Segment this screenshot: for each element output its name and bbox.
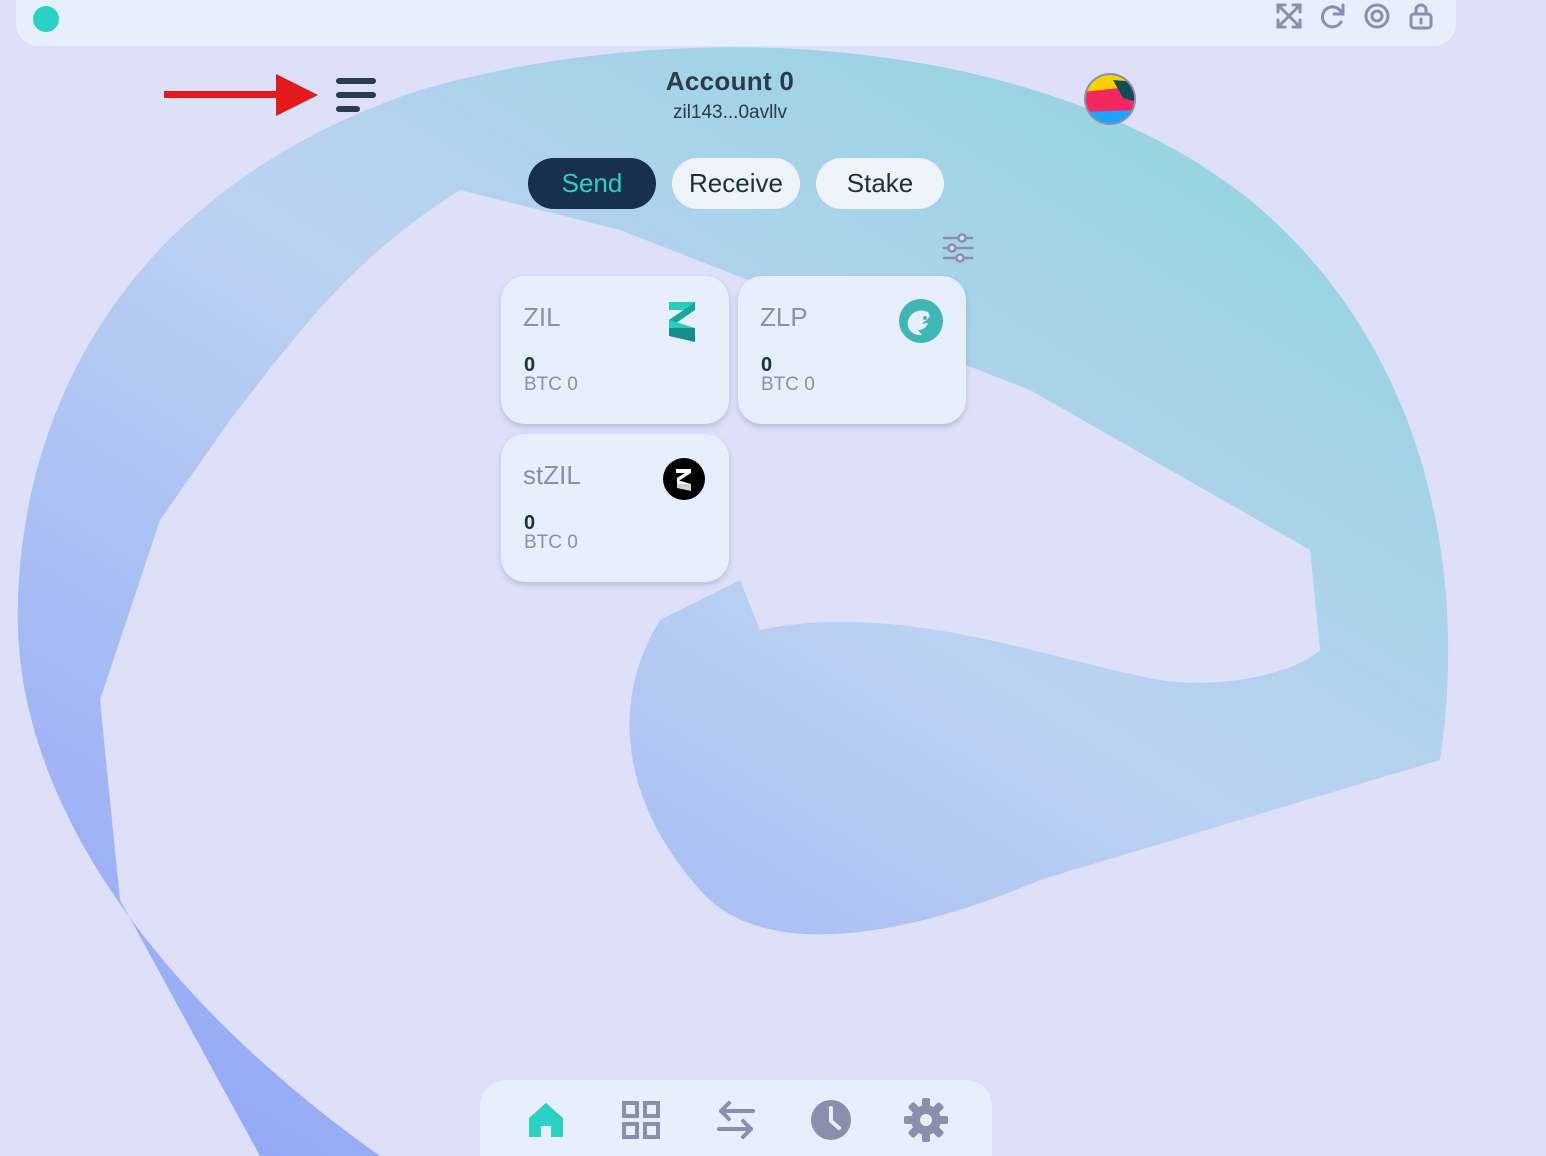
- extension-topbar: [16, 0, 1456, 46]
- token-btc-value: BTC 0: [524, 532, 578, 553]
- send-button[interactable]: Send: [528, 158, 656, 209]
- hamburger-menu-icon[interactable]: [334, 76, 378, 116]
- red-arrow-annotation: [164, 74, 318, 116]
- expand-icon[interactable]: [1274, 1, 1304, 31]
- account-avatar[interactable]: [1083, 72, 1137, 126]
- grid-icon[interactable]: [617, 1096, 665, 1144]
- connection-status-dot: [33, 6, 59, 32]
- swap-icon[interactable]: [712, 1096, 760, 1144]
- lock-icon[interactable]: [1406, 1, 1436, 31]
- home-icon[interactable]: [522, 1096, 570, 1144]
- history-icon[interactable]: [807, 1096, 855, 1144]
- target-icon[interactable]: [1362, 1, 1392, 31]
- action-buttons: Send Receive Stake: [528, 158, 944, 209]
- token-symbol: ZLP: [760, 302, 808, 332]
- token-btc-value: BTC 0: [761, 374, 815, 395]
- account-address[interactable]: zil143...0avllv: [560, 102, 900, 124]
- token-symbol: ZIL: [523, 302, 561, 332]
- bottom-navigation: [480, 1080, 992, 1156]
- account-name[interactable]: Account 0: [560, 66, 900, 97]
- stzil-logo-icon: [661, 456, 707, 502]
- token-symbol: stZIL: [523, 460, 581, 490]
- token-card-zil[interactable]: ZIL 0 BTC 0: [501, 276, 729, 424]
- account-info: Account 0 zil143...0avllv: [560, 66, 900, 124]
- stake-button[interactable]: Stake: [816, 158, 944, 209]
- token-btc-value: BTC 0: [524, 374, 578, 395]
- zilliqa-logo-icon: [661, 298, 707, 344]
- filter-sliders-icon[interactable]: [940, 232, 976, 264]
- receive-button[interactable]: Receive: [672, 158, 800, 209]
- token-card-stzil[interactable]: stZIL 0 BTC 0: [501, 434, 729, 582]
- token-card-zlp[interactable]: ZLP 0 BTC 0: [738, 276, 966, 424]
- zlp-dragon-icon: [898, 298, 944, 344]
- refresh-icon[interactable]: [1318, 1, 1348, 31]
- settings-icon[interactable]: [902, 1096, 950, 1144]
